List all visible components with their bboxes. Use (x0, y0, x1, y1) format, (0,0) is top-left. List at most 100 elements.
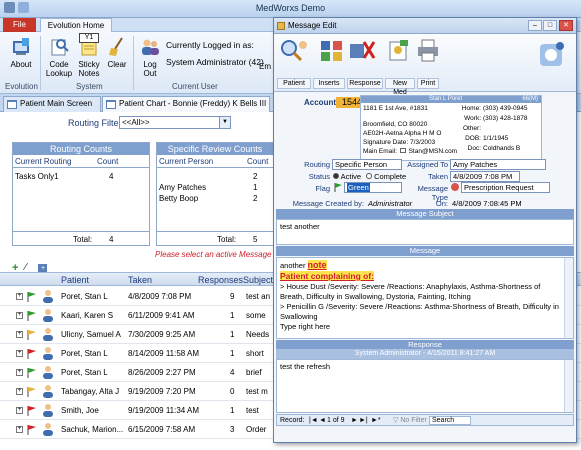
code-lookup-label: Code Lookup (45, 60, 73, 78)
routing-value: Specific Person (335, 160, 388, 169)
ribbon-overflow-label: Em (259, 62, 271, 71)
message-line-prefix: another (280, 261, 308, 270)
expand-icon[interactable]: + (16, 350, 23, 357)
response-value: test the refresh (280, 362, 331, 371)
other-label: Other: (462, 125, 481, 132)
routing-counts-title: Routing Counts (13, 143, 149, 155)
flag-select[interactable]: Green (344, 182, 402, 193)
expand-icon[interactable]: + (16, 407, 23, 414)
radio-unselected-icon (366, 173, 372, 179)
row-responses: 4 (230, 368, 235, 377)
search-input[interactable]: Search (429, 416, 471, 425)
row-taken: 7/30/2009 9:25 AM (128, 330, 196, 339)
message-line-1: another note (280, 260, 561, 271)
routing-select[interactable]: Specific Person (332, 159, 402, 170)
patient-email[interactable]: Stan@MSN.com (409, 148, 458, 155)
tab-patient-main-screen[interactable]: Patient Main Screen (3, 96, 101, 112)
row-subject: Order (246, 425, 267, 434)
record-navigator: Record: |◄ ◄ 1 of 9 ► ►| ►* ▽ No Filter … (276, 414, 574, 426)
svg-text:+: + (41, 265, 45, 272)
radio-selected-icon (333, 173, 339, 179)
dialog-title: Message Edit (288, 21, 337, 30)
person-icon (43, 328, 53, 341)
next-record-icon[interactable]: ► (351, 416, 358, 426)
clear-button[interactable]: Clear (104, 36, 130, 69)
row-patient: Poret, Stan L (61, 349, 108, 358)
assigned-to-select[interactable]: Amy Patches (450, 159, 546, 170)
dialog-toolbar: Patient Inserts Response New Med Print (274, 34, 576, 96)
expand-icon[interactable]: + (16, 293, 23, 300)
tab-label: Patient Main Screen (20, 99, 93, 108)
toolbar-inserts-button[interactable]: Inserts (313, 78, 345, 89)
routing-row-name[interactable]: Tasks Only1 (15, 172, 59, 181)
expand-icon[interactable]: + (16, 331, 23, 338)
review-row-count: 2 (253, 172, 258, 181)
message-scrollbar[interactable] (564, 258, 573, 338)
col-taken[interactable]: Taken (128, 275, 152, 285)
group-label-evolution: Evolution (5, 82, 38, 91)
chevron-down-icon[interactable]: ▼ (219, 117, 230, 128)
prev-record-icon[interactable]: ◄ (319, 416, 326, 426)
toolbar-print-button[interactable]: Print (417, 78, 439, 89)
response-field[interactable]: test the refresh (276, 359, 574, 413)
new-record-icon[interactable]: ►* (371, 416, 381, 426)
row-patient: Ulicny, Samuel A (61, 330, 121, 339)
filter-indicator[interactable]: ▽ No Filter (393, 416, 427, 426)
close-icon[interactable]: ✕ (559, 20, 573, 31)
col-subject[interactable]: Subject (243, 275, 273, 285)
routing-filter-select[interactable]: <<All>> ▼ (119, 116, 231, 129)
new-med-icon[interactable] (386, 38, 412, 64)
message-subject-header: Message Subject (276, 209, 574, 219)
first-record-icon[interactable]: |◄ (309, 416, 318, 426)
response-icon[interactable] (348, 38, 376, 64)
routing-row-count: 4 (109, 172, 114, 181)
flag-label: Flag (315, 184, 330, 193)
message-tail: Type right here (280, 322, 331, 331)
flag-icon (27, 368, 36, 378)
printer-icon[interactable] (416, 38, 440, 64)
message-type-select[interactable]: Prescription Request (461, 182, 550, 193)
flag-icon (27, 425, 36, 435)
status-active-label: Active (340, 172, 362, 181)
about-button[interactable]: About (6, 36, 36, 69)
log-out-button[interactable]: Log Out (137, 36, 163, 78)
record-position[interactable]: 1 of 9 (327, 416, 345, 426)
status-active-radio[interactable]: Active (333, 172, 361, 181)
dialog-icon (277, 22, 285, 30)
col-patient[interactable]: Patient (61, 275, 89, 285)
group-label-current-user: Current User (172, 82, 218, 91)
code-lookup-button[interactable]: Code Lookup (44, 36, 74, 78)
row-responses: 1 (230, 349, 235, 358)
message-body-field[interactable]: another note Patient complaining of: > H… (276, 257, 574, 339)
toolbar-patient-button[interactable]: Patient (277, 78, 311, 89)
expand-icon[interactable]: + (16, 388, 23, 395)
row-patient: Poret, Stan L (61, 368, 108, 377)
flag-icon (27, 406, 36, 416)
taken-field[interactable]: 4/8/2009 7:08 PM (450, 171, 520, 182)
toolbar-response-button[interactable]: Response (347, 78, 383, 89)
expand-icon[interactable]: + (16, 369, 23, 376)
last-record-icon[interactable]: ►| (359, 416, 368, 426)
tab-evolution-home[interactable]: Evolution Home (40, 18, 112, 33)
patient-search-icon[interactable] (279, 38, 309, 64)
review-row-name[interactable]: Amy Patches (159, 183, 206, 192)
response-scrollbar[interactable] (564, 360, 573, 412)
file-tab[interactable]: File (3, 18, 36, 32)
patient-insurance: AE02H-Aetna Alpha H M O (363, 130, 442, 137)
minimize-icon[interactable]: – (528, 20, 542, 31)
row-subject: Needs (246, 330, 270, 339)
maximize-icon[interactable]: □ (543, 20, 557, 31)
status-complete-radio[interactable]: Complete (366, 172, 406, 181)
help-icon[interactable] (536, 40, 566, 70)
col-responses[interactable]: Responses (198, 275, 243, 285)
sticky-notes-button[interactable]: Y1 Sticky Notes (75, 33, 103, 78)
toolbar-new-med-button[interactable]: New Med (385, 78, 415, 96)
row-taken: 9/19/2009 7:20 PM (128, 387, 196, 396)
expand-icon[interactable]: + (16, 426, 23, 433)
expand-icon[interactable]: + (16, 312, 23, 319)
inserts-icon[interactable] (319, 38, 347, 64)
review-row-name[interactable]: Betty Boop (159, 194, 198, 203)
tab-patient-chart[interactable]: Patient Chart - Bonnie (Freddy) K Bells … (102, 96, 270, 112)
row-patient: Sachuk, Marion... (61, 425, 124, 434)
message-subject-field[interactable]: test another (276, 219, 574, 245)
